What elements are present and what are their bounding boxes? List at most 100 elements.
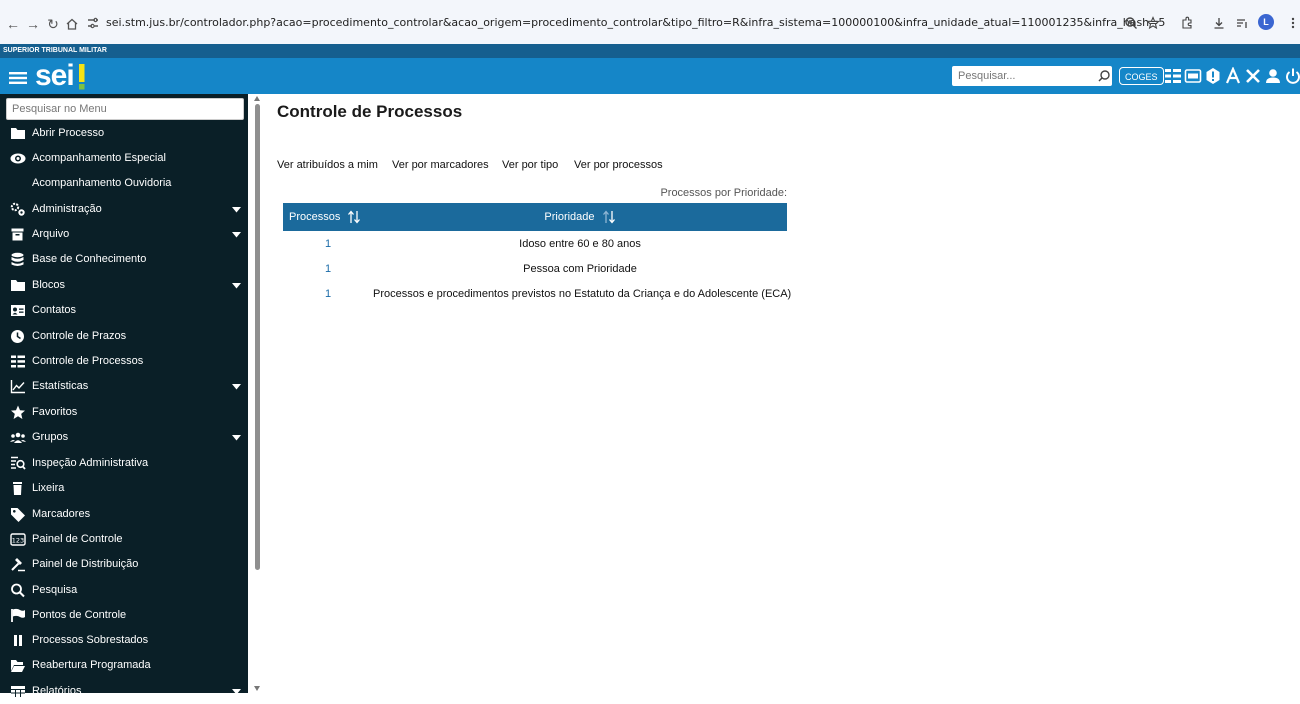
sidebar-item-controle-de-prazos[interactable]: Controle de Prazos [0,324,248,349]
link-ver-atribuidos[interactable]: Ver atribuídos a mim [277,159,378,171]
sidebar-item-estatisticas[interactable]: Estatísticas [0,374,248,399]
database-icon [11,252,24,266]
sidebar-item-label: Inspeção Administrativa [32,457,149,469]
search-icon[interactable] [1097,69,1111,83]
scroll-down-arrow-icon[interactable] [254,686,260,691]
contact-card-icon [11,305,25,316]
sidebar-item-label: Acompanhamento Ouvidoria [32,177,172,189]
address-bar[interactable]: sei.stm.jus.br/controlador.php?acao=proc… [106,14,1166,32]
search-icon [11,583,25,598]
table-row: 1 Idoso entre 60 e 80 anos [283,232,787,257]
table-row: 1 Processos e procedimentos previstos no… [283,282,791,307]
gears-icon [10,202,25,216]
sidebar-item-label: Blocos [32,279,66,291]
link-ver-por-tipo[interactable]: Ver por tipo [502,159,558,171]
bookmark-star-icon[interactable] [1146,16,1160,30]
folder-icon [11,128,25,139]
sidebar-item-label: Controle de Prazos [32,330,127,342]
sidebar-item-label: Reabertura Programada [32,659,151,671]
tools-icon[interactable] [1244,67,1262,85]
back-icon[interactable]: ← [6,17,20,31]
table-icon [11,686,25,697]
sidebar-item-label: Painel de Distribuição [32,558,139,570]
eye-icon [10,153,26,164]
chart-line-icon [10,380,25,394]
sidebar-item-acompanhamento-especial[interactable]: Acompanhamento Especial [0,146,248,171]
reload-icon[interactable]: ↻ [46,17,60,31]
sidebar-item-lixeira[interactable]: Lixeira [0,476,248,501]
sidebar-item-blocos[interactable]: Blocos [0,273,248,298]
reading-list-icon[interactable] [1235,16,1249,30]
sidebar-item-relatorios[interactable]: Relatórios [0,679,248,704]
page-title: Controle de Processos [277,102,463,121]
sort-arrows-icon[interactable] [602,210,616,224]
sidebar-item-contatos[interactable]: Contatos [0,298,248,323]
sidebar-item-painel-de-controle[interactable]: 123 Painel de Controle [0,527,248,552]
chevron-down-icon [232,384,241,390]
site-info-icon[interactable] [86,16,100,30]
panel-icon[interactable] [1184,67,1202,85]
sidebar-item-label: Painel de Controle [32,533,123,545]
sidebar-item-reabertura-programada[interactable]: Reabertura Programada [0,653,248,678]
forward-icon[interactable]: → [26,17,40,31]
sidebar-item-label: Abrir Processo [32,127,105,139]
sidebar-item-pontos-de-controle[interactable]: Pontos de Controle [0,603,248,628]
sidebar-item-label: Controle de Processos [32,355,144,367]
hamburger-menu-icon[interactable] [9,72,29,84]
sidebar-item-pesquisa[interactable]: Pesquisa [0,578,248,603]
process-count-link[interactable]: 1 [283,257,373,282]
sidebar-item-label: Processos Sobrestados [32,634,149,646]
unit-selector-button[interactable]: COGES [1119,67,1164,85]
table-caption: Processos por Prioridade: [660,187,787,199]
home-icon[interactable] [65,17,79,31]
sidebar-item-label: Acompanhamento Especial [32,152,166,164]
sidebar-item-inspecao-administrativa[interactable]: Inspeção Administrativa [0,451,248,476]
chevron-down-icon [232,232,241,238]
notifications-icon[interactable] [1204,67,1222,85]
sort-arrows-icon[interactable] [347,210,361,224]
link-ver-por-marcadores[interactable]: Ver por marcadores [392,159,489,171]
menu-search-input[interactable] [6,98,244,120]
sidebar-item-base-de-conhecimento[interactable]: Base de Conhecimento [0,247,248,272]
sidebar-item-label: Lixeira [32,482,65,494]
sidebar-item-controle-de-processos[interactable]: Controle de Processos [0,349,248,374]
logout-power-icon[interactable] [1284,67,1300,85]
sidebar-item-arquivo[interactable]: Arquivo [0,222,248,247]
sidebar-item-label: Estatísticas [32,380,89,392]
more-icon[interactable] [1286,16,1300,30]
process-count-link[interactable]: 1 [283,232,373,257]
search-input[interactable] [952,66,1112,86]
profile-avatar[interactable]: L [1258,14,1274,30]
trash-icon [13,482,22,495]
extensions-icon[interactable] [1180,16,1194,30]
scroll-up-arrow-icon[interactable] [254,96,260,101]
process-list-icon[interactable] [1164,67,1182,85]
chevron-down-icon [232,435,241,441]
user-icon[interactable] [1264,67,1282,85]
scrollbar-thumb[interactable] [255,104,260,570]
sidebar-item-grupos[interactable]: Grupos [0,425,248,450]
sidebar-item-painel-de-distribuicao[interactable]: Painel de Distribuição [0,552,248,577]
column-header-label: Processos [289,211,341,223]
users-icon [10,432,26,443]
downloads-icon[interactable] [1212,16,1226,30]
process-count-link[interactable]: 1 [283,282,373,307]
zoom-icon[interactable] [1124,16,1138,30]
chevron-down-icon [232,207,241,213]
sidebar-item-abrir-processo[interactable]: Abrir Processo [0,121,248,146]
column-header-processos[interactable]: Processos [283,203,373,231]
link-ver-por-processos[interactable]: Ver por processos [574,159,663,171]
priority-cell: Idoso entre 60 e 80 anos [519,238,641,250]
sidebar-item-acompanhamento-ouvidoria[interactable]: Acompanhamento Ouvidoria [0,171,248,196]
sei-logo[interactable]: sei [35,59,75,93]
sidebar-item-processos-sobrestados[interactable]: Processos Sobrestados [0,628,248,653]
star-icon [11,405,25,419]
sei-logo-mark [79,64,85,90]
sidebar-item-marcadores[interactable]: Marcadores [0,502,248,527]
sidebar-item-favoritos[interactable]: Favoritos [0,400,248,425]
accessibility-font-icon[interactable] [1224,67,1242,85]
column-header-prioridade[interactable]: Prioridade [373,203,787,231]
sidebar-item-label: Administração [32,203,102,215]
sidebar-item-administracao[interactable]: Administração [0,197,248,222]
sidebar-item-label: Pesquisa [32,584,78,596]
